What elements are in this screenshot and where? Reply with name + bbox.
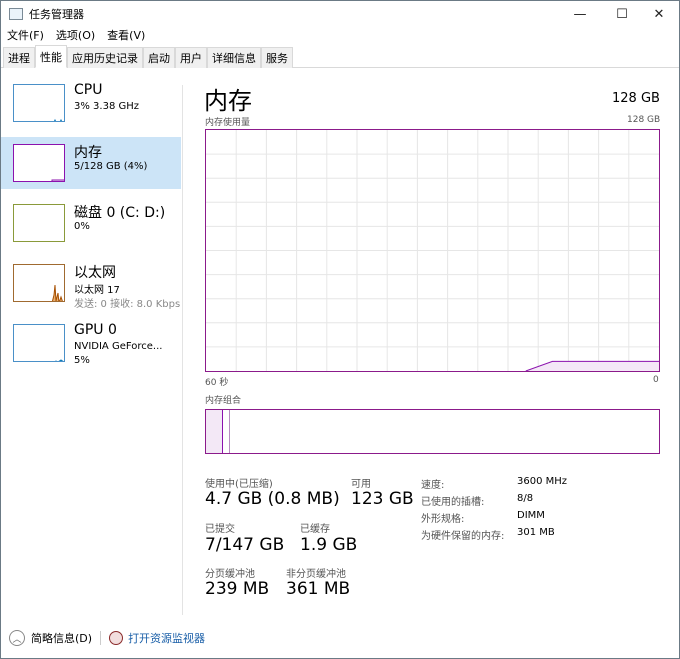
sidebar-item-ethernet[interactable]: 以太网 以太网 17 发送: 0 接收: 8.0 Kbps [1, 257, 181, 310]
tab-details[interactable]: 详细信息 [207, 47, 261, 68]
sidebar-label: 以太网 [74, 265, 116, 281]
composition-label: 内存组合 [205, 396, 242, 406]
slots-label: 已使用的插槽: [421, 497, 485, 508]
sidebar-label: 磁盘 0 (C: D:) [74, 205, 166, 221]
sidebar-item-gpu[interactable]: GPU 0 NVIDIA GeForce... 5% [1, 317, 181, 369]
tab-bar: 进程 性能 应用历史记录 启动 用户 详细信息 服务 [1, 45, 679, 68]
tab-users[interactable]: 用户 [175, 47, 207, 68]
in-use-value: 4.7 GB (0.8 MB) [205, 489, 340, 509]
title-bar: 任务管理器 — ☐ ✕ [1, 1, 679, 27]
slots-value: 8/8 [517, 493, 534, 504]
close-button[interactable]: ✕ [642, 1, 676, 27]
sidebar-item-memory[interactable]: 内存 5/128 GB (4%) [1, 137, 181, 189]
resource-sidebar: CPU 3% 3.38 GHz 内存 5/128 GB (4%) 磁盘 0 (C… [1, 77, 181, 377]
paged-pool-value: 239 MB [205, 579, 270, 599]
ethernet-thumbnail-graph [13, 264, 65, 302]
tab-app-history[interactable]: 应用历史记录 [67, 47, 143, 68]
sidebar-value: 5/128 GB (4%) [74, 161, 148, 172]
sidebar-divider [182, 85, 183, 615]
tab-startup[interactable]: 启动 [143, 47, 175, 68]
available-label: 可用 [351, 479, 371, 490]
tab-services[interactable]: 服务 [261, 47, 293, 68]
gpu-thumbnail-graph [13, 324, 65, 362]
cached-label: 已缓存 [300, 524, 330, 535]
footer-divider [100, 631, 102, 645]
open-resource-monitor-link[interactable]: 打开资源监视器 [128, 630, 205, 646]
resource-monitor-icon [109, 631, 124, 645]
form-factor-value: DIMM [517, 510, 545, 521]
menu-file[interactable]: 文件(F) [1, 27, 50, 45]
menu-bar: 文件(F) 选项(O) 查看(V) [1, 27, 151, 45]
total-capacity: 128 GB [612, 91, 660, 106]
sidebar-label: GPU 0 [74, 322, 117, 338]
maximize-button[interactable]: ☐ [605, 1, 639, 27]
hardware-reserved-label: 为硬件保留的内存: [421, 531, 505, 542]
sidebar-throughput: 发送: 0 接收: 8.0 Kbps [74, 299, 181, 310]
window-title: 任务管理器 [29, 8, 84, 21]
available-value: 123 GB [351, 489, 414, 509]
sidebar-label: 内存 [74, 145, 102, 161]
footer-bar: ︿ 简略信息(D) 打开资源监视器 [1, 621, 679, 655]
chevron-up-icon[interactable]: ︿ [9, 630, 25, 646]
cached-value: 1.9 GB [300, 535, 358, 555]
page-title: 内存 [204, 87, 252, 115]
sidebar-value: 5% [74, 355, 90, 366]
usage-graph-label: 内存使用量 [205, 118, 251, 128]
nonpaged-pool-label: 非分页缓冲池 [286, 569, 346, 580]
speed-label: 速度: [421, 480, 445, 491]
sidebar-value: 0% [74, 221, 90, 232]
speed-value: 3600 MHz [517, 476, 568, 487]
committed-value: 7/147 GB [205, 535, 285, 555]
memory-usage-graph [205, 129, 660, 372]
sidebar-item-disk[interactable]: 磁盘 0 (C: D:) 0% [1, 197, 181, 249]
memory-composition-bar [205, 409, 660, 454]
menu-options[interactable]: 选项(O) [50, 27, 101, 45]
usage-graph-max: 128 GB [627, 115, 661, 125]
hardware-reserved-value: 301 MB [517, 527, 555, 538]
tab-performance[interactable]: 性能 [35, 45, 67, 68]
disk-thumbnail-graph [13, 204, 65, 242]
form-factor-label: 外形规格: [421, 514, 465, 525]
composition-in-use [206, 410, 223, 453]
sidebar-value: 以太网 17 [74, 285, 120, 296]
cpu-thumbnail-graph [13, 84, 65, 122]
fewer-details-button[interactable]: 简略信息(D) [31, 630, 92, 646]
menu-view[interactable]: 查看(V) [101, 27, 151, 45]
sidebar-label: CPU [74, 82, 103, 98]
sidebar-value: NVIDIA GeForce... [74, 341, 163, 352]
minimize-button[interactable]: — [563, 1, 597, 27]
time-axis-right: 0 [653, 375, 659, 385]
committed-label: 已提交 [205, 524, 235, 535]
tab-processes[interactable]: 进程 [3, 47, 35, 68]
memory-thumbnail-graph [13, 144, 65, 182]
sidebar-value: 3% 3.38 GHz [74, 101, 140, 112]
in-use-label: 使用中(已压缩) [205, 479, 273, 490]
sidebar-item-cpu[interactable]: CPU 3% 3.38 GHz [1, 77, 181, 129]
usage-area [525, 361, 659, 371]
task-manager-app-icon [9, 8, 23, 20]
composition-modified [229, 410, 230, 453]
task-manager-window: 任务管理器 — ☐ ✕ 文件(F) 选项(O) 查看(V) 进程 性能 应用历史… [0, 0, 680, 659]
time-axis-left: 60 秒 [205, 378, 229, 388]
paged-pool-label: 分页缓冲池 [205, 569, 255, 580]
nonpaged-pool-value: 361 MB [286, 579, 351, 599]
